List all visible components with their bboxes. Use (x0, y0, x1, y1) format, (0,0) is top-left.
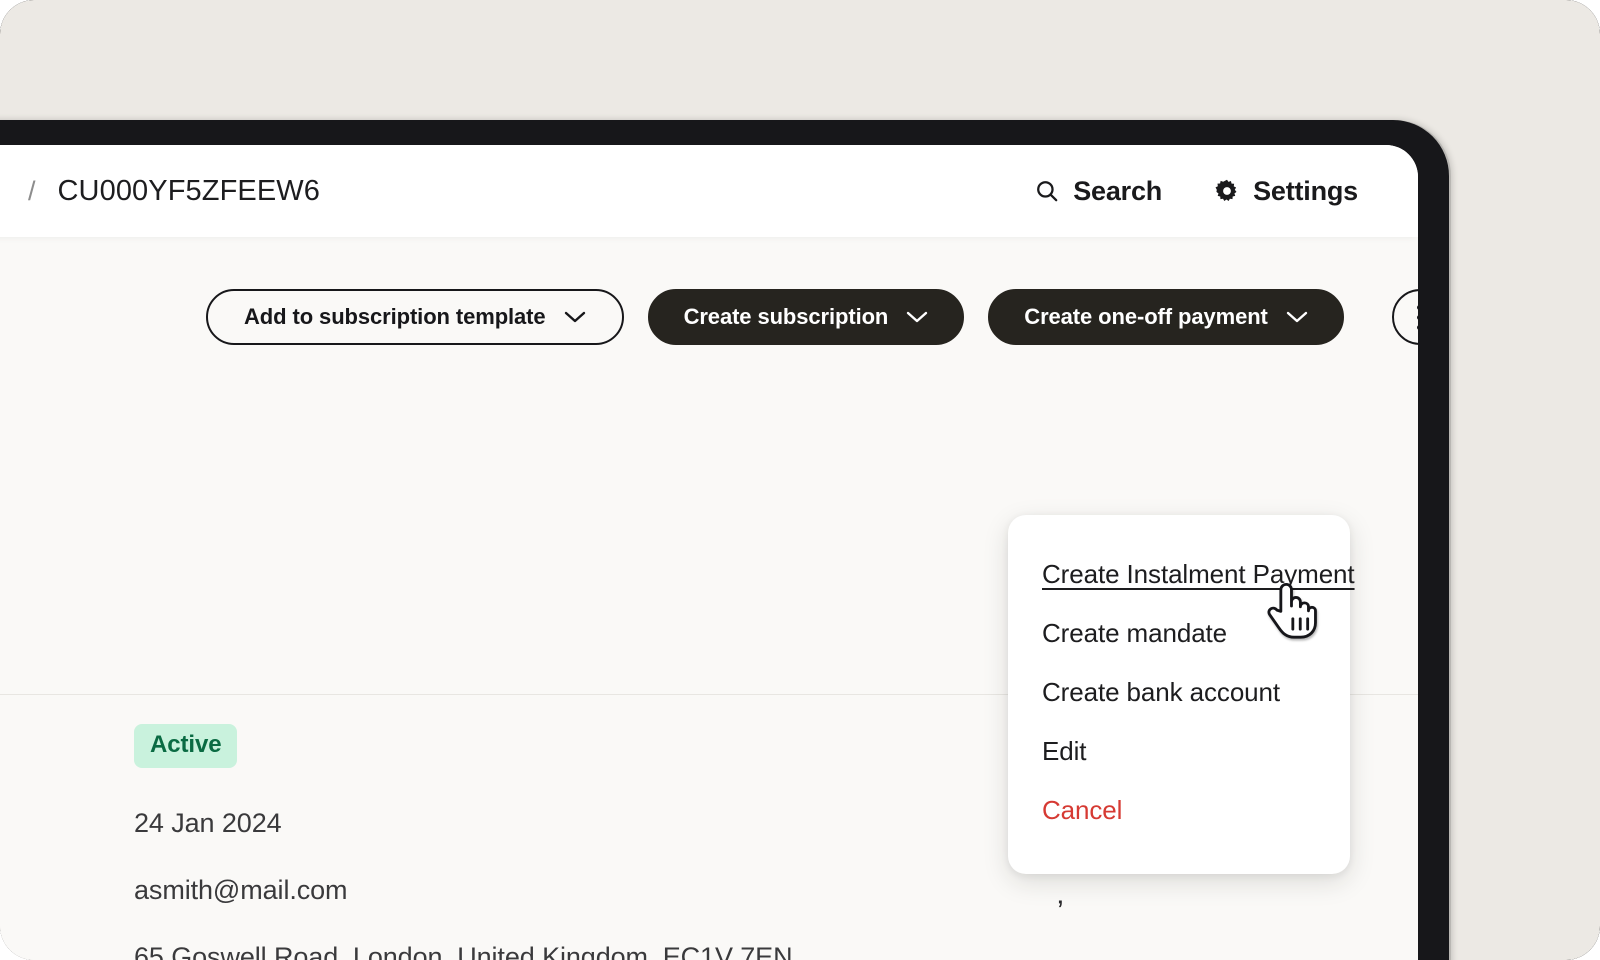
scene-root: / CU000YF5ZFEEW6 Search (0, 0, 1600, 960)
clipped-text-fragment: ’ (1057, 897, 1064, 927)
kebab-menu-icon-dot (1417, 325, 1418, 330)
device-screen: / CU000YF5ZFEEW6 Search (0, 145, 1418, 960)
header-actions: Search Settings (1034, 176, 1358, 207)
breadcrumb-separator: / (28, 176, 36, 207)
menu-item-edit[interactable]: Edit (1008, 722, 1350, 781)
add-to-subscription-template-button[interactable]: Add to subscription template (206, 289, 624, 345)
breadcrumb-current-page: CU000YF5ZFEEW6 (58, 175, 320, 208)
app-body: Add to subscription template Create subs… (0, 237, 1418, 960)
chevron-down-icon (906, 304, 928, 330)
create-one-off-payment-button[interactable]: Create one-off payment (988, 289, 1344, 345)
customer-detail-panel: Active 24 Jan 2024 asmith@mail.com 65 Go… (134, 724, 793, 960)
menu-item-create-mandate[interactable]: Create mandate (1008, 604, 1350, 663)
settings-label: Settings (1253, 176, 1358, 207)
settings-button[interactable]: Settings (1214, 176, 1358, 207)
add-to-subscription-template-label: Add to subscription template (244, 304, 546, 330)
gear-icon (1214, 178, 1240, 204)
menu-item-cancel[interactable]: Cancel (1008, 781, 1350, 840)
menu-item-create-instalment-payment[interactable]: Create Instalment Payment (1008, 545, 1350, 604)
menu-item-create-bank-account[interactable]: Create bank account (1008, 663, 1350, 722)
create-subscription-button[interactable]: Create subscription (648, 289, 965, 345)
status-badge: Active (134, 724, 237, 768)
more-actions-button[interactable] (1392, 289, 1418, 345)
action-toolbar: Add to subscription template Create subs… (206, 289, 1418, 345)
chevron-down-icon (564, 304, 586, 330)
detail-address: 65 Goswell Road, London, United Kingdom,… (134, 942, 793, 960)
kebab-menu-icon-dot (1417, 305, 1418, 310)
search-label: Search (1073, 176, 1162, 207)
create-one-off-payment-label: Create one-off payment (1024, 304, 1268, 330)
search-icon (1034, 178, 1060, 204)
search-button[interactable]: Search (1034, 176, 1162, 207)
create-subscription-label: Create subscription (684, 304, 889, 330)
breadcrumb: / CU000YF5ZFEEW6 (28, 175, 320, 208)
detail-email: asmith@mail.com (134, 875, 793, 906)
detail-date: 24 Jan 2024 (134, 808, 793, 839)
app-header: / CU000YF5ZFEEW6 Search (0, 145, 1418, 237)
chevron-down-icon (1286, 304, 1308, 330)
kebab-menu-icon-dot (1417, 315, 1418, 320)
more-actions-dropdown: Create Instalment Payment Create mandate… (1008, 515, 1350, 874)
